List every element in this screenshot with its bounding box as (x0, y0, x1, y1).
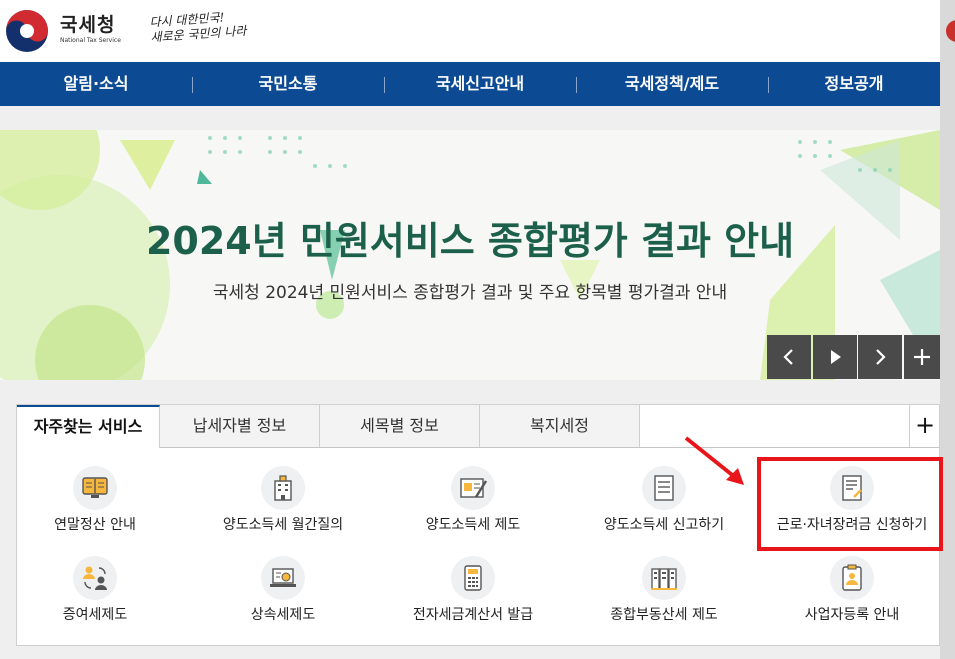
logo-subtitle: National Tax Service (60, 37, 121, 44)
clipboard-person-icon (830, 556, 874, 600)
banner-prev-button[interactable] (767, 335, 811, 379)
next-icon (876, 349, 886, 365)
tab-frequent-services[interactable]: 자주찾는 서비스 (17, 405, 160, 448)
service-business-registration[interactable]: 사업자등록 안내 (762, 556, 942, 624)
service-capital-gains-monthly-qa[interactable]: 양도소득세 월간질의 (193, 466, 373, 534)
partial-badge-icon (946, 20, 955, 42)
banner-subtitle: 국세청 2024년 민원서비스 종합평가 결과 및 주요 항목별 평가결과 안내 (212, 283, 728, 303)
service-label: 양도소득세 월간질의 (222, 517, 344, 533)
nav-item-tax-filing[interactable]: 국세신고안내 (384, 62, 576, 106)
banner-more-button[interactable] (904, 335, 940, 379)
banner-title[interactable]: 2024년 민원서비스 종합평가 결과 안내 (0, 210, 940, 265)
banner-next-button[interactable] (858, 335, 902, 379)
service-capital-gains-system[interactable]: 양도소득세 제도 (383, 466, 563, 534)
service-comprehensive-real-estate-tax[interactable]: 종합부동산세 제도 (574, 556, 754, 624)
service-label: 상속세제도 (250, 607, 316, 623)
nav-item-tax-policy[interactable]: 국세정책/제도 (576, 62, 768, 106)
tab-tax-item-info[interactable]: 세목별 정보 (320, 405, 480, 447)
red-arrow-icon (684, 436, 744, 485)
service-label: 양도소득세 제도 (425, 517, 521, 533)
service-label: 사업자등록 안내 (804, 607, 900, 623)
service-label: 양도소득세 신고하기 (603, 517, 725, 533)
buildings-row-icon (642, 556, 686, 600)
nav-item-news[interactable]: 알림·소식 (0, 62, 192, 106)
service-label: 증여세제도 (62, 607, 128, 623)
service-e-tax-invoice[interactable]: 전자세금계산서 발급 (383, 556, 563, 624)
service-label: 종합부동산세 제도 (610, 607, 718, 623)
document-pen-icon (451, 466, 495, 510)
calculator-icon (451, 556, 495, 600)
service-tabs: 자주찾는 서비스 납세자별 정보 세목별 정보 복지세정 + (17, 405, 939, 448)
banner-play-button[interactable] (813, 335, 857, 379)
page: 국세청 National Tax Service 다시 대한민국! 새로운 국민… (0, 0, 955, 659)
building-icon (261, 466, 305, 510)
plus-icon (914, 349, 930, 365)
service-label: 연말정산 안내 (54, 517, 136, 533)
service-label: 전자세금계산서 발급 (412, 607, 534, 623)
service-gift-tax[interactable]: 증여세제도 (5, 556, 185, 624)
prev-icon (783, 349, 793, 365)
main-nav: 알림·소식 국민소통 국세신고안내 국세정책/제도 정보공개 (0, 62, 940, 106)
slogan: 다시 대한민국! 새로운 국민의 나라 (149, 10, 247, 45)
site-header: 국세청 National Tax Service 다시 대한민국! 새로운 국민… (0, 0, 955, 62)
nav-item-communication[interactable]: 국민소통 (192, 62, 384, 106)
logo-name[interactable]: 국세청 (60, 10, 115, 37)
highlight-box (757, 457, 943, 551)
people-exchange-icon (73, 556, 117, 600)
play-icon (831, 350, 841, 364)
nav-item-disclosure[interactable]: 정보공개 (768, 62, 940, 106)
main-banner[interactable]: 2024년 민원서비스 종합평가 결과 안내 국세청 2024년 민원서비스 종… (0, 130, 940, 380)
book-monitor-icon (73, 466, 117, 510)
laptop-search-icon (261, 556, 305, 600)
service-year-end-settlement[interactable]: 연말정산 안내 (5, 466, 185, 534)
service-inheritance-tax[interactable]: 상속세제도 (193, 556, 373, 624)
tab-welfare-tax[interactable]: 복지세정 (480, 405, 640, 447)
tab-taxpayer-info[interactable]: 납세자별 정보 (160, 405, 320, 447)
tab-more-button[interactable]: + (909, 405, 940, 447)
nts-emblem-icon[interactable] (4, 8, 50, 54)
